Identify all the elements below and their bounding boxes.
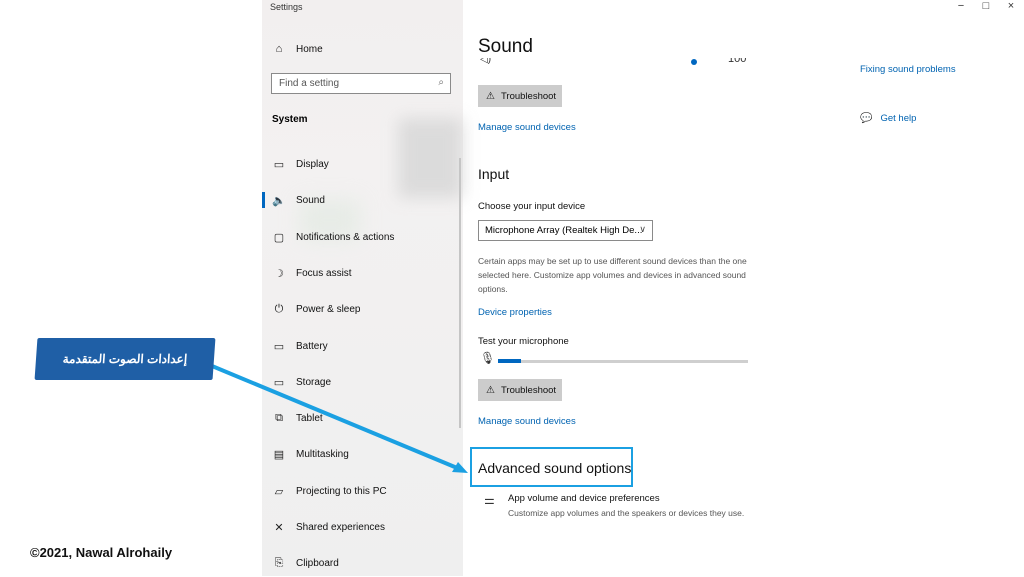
annotation-arrow	[211, 364, 468, 473]
arabic-callout: إعدادات الصوت المتقدمة	[34, 338, 216, 380]
callout-text: إعدادات الصوت المتقدمة	[62, 352, 188, 366]
copyright-text: ©2021, Nawal Alrohaily	[30, 545, 173, 560]
